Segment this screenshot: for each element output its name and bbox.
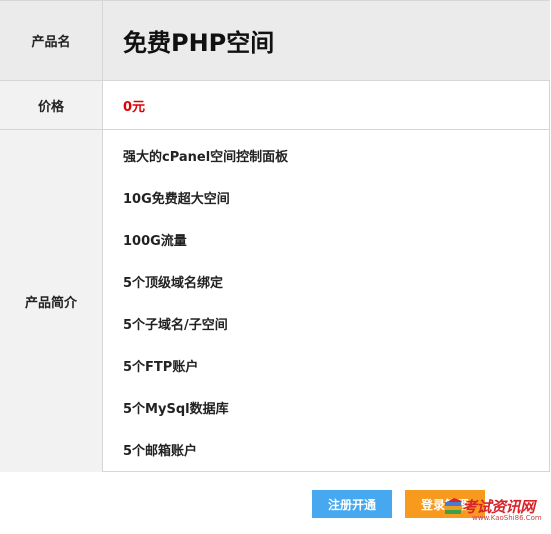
feature-item: 5个FTP账户 <box>123 360 199 375</box>
product-name: 免费PHP空间 <box>103 1 550 80</box>
price-label: 价格 <box>0 81 103 129</box>
register-button[interactable]: 注册开通 <box>312 490 392 518</box>
product-table: 产品名 免费PHP空间 价格 0元 产品简介 强大的cPanel空间控制面板 1… <box>0 0 550 472</box>
watermark-logo: 考试资讯网 www.KaoShi86.Com <box>438 496 551 528</box>
description-row: 产品简介 强大的cPanel空间控制面板 10G免费超大空间 100G流量 5个… <box>0 130 550 472</box>
price-row: 价格 0元 <box>0 81 550 130</box>
feature-item: 10G免费超大空间 <box>123 192 230 207</box>
feature-item: 强大的cPanel空间控制面板 <box>123 150 289 165</box>
feature-item: 100G流量 <box>123 234 187 249</box>
feature-list: 强大的cPanel空间控制面板 10G免费超大空间 100G流量 5个顶级域名绑… <box>103 130 550 472</box>
feature-item: 5个子域名/子空间 <box>123 318 228 333</box>
feature-item: 5个顶级域名绑定 <box>123 276 224 291</box>
product-name-row: 产品名 免费PHP空间 <box>0 1 550 81</box>
price-value: 0元 <box>123 99 146 115</box>
description-label: 产品简介 <box>0 130 103 472</box>
watermark-url: www.KaoShi86.Com <box>472 514 542 522</box>
feature-item: 5个邮箱账户 <box>123 444 198 459</box>
product-name-label: 产品名 <box>0 1 103 80</box>
book-icon <box>445 498 462 514</box>
feature-item: 5个MySql数据库 <box>123 402 229 417</box>
